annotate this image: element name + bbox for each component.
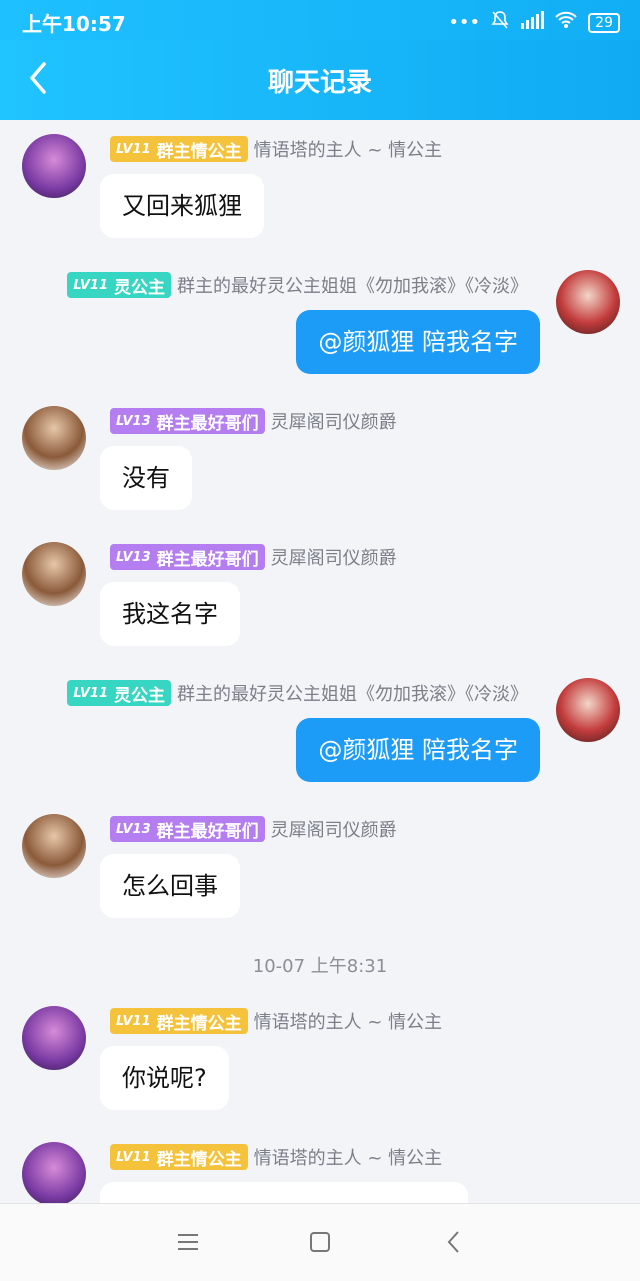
sender-name: 灵犀阁司仪颜爵 <box>270 412 397 433</box>
sender-meta: LV11 灵公主 群主的最好灵公主姐姐《勿加我滚》《冷淡》 <box>67 272 528 298</box>
avatar[interactable] <box>22 134 86 198</box>
more-dots-icon: ••• <box>448 12 481 33</box>
header: 聊天记录 <box>0 40 640 120</box>
status-bar: 上午10:57 ••• 29 <box>0 0 640 40</box>
level-badge: LV13 群主最好哥们 <box>110 408 265 434</box>
sender-name: 情语塔的主人 ~ 情公主 <box>253 140 443 161</box>
sender-meta: LV11 群主情公主 情语塔的主人 ~ 情公主 <box>110 1144 442 1170</box>
sender-meta: LV13 群主最好哥们 灵犀阁司仪颜爵 <box>110 816 397 842</box>
page-title: 聊天记录 <box>267 68 372 98</box>
avatar[interactable] <box>22 814 86 878</box>
sender-meta: LV11 群主情公主 情语塔的主人 ~ 情公主 <box>110 1008 442 1034</box>
message-bubble[interactable]: 我这名字 <box>100 582 240 646</box>
sender-name: 灵犀阁司仪颜爵 <box>270 548 397 569</box>
sender-name: 群主的最好灵公主姐姐《勿加我滚》《冷淡》 <box>177 684 528 705</box>
sender-name: 情语塔的主人 ~ 情公主 <box>253 1148 443 1169</box>
time-divider: 10-07 上午8:31 <box>252 956 388 977</box>
sender-name: 情语塔的主人 ~ 情公主 <box>253 1012 443 1033</box>
sender-meta: LV13 群主最好哥们 灵犀阁司仪颜爵 <box>110 408 397 434</box>
avatar[interactable] <box>22 542 86 606</box>
system-nav-bar <box>0 1203 640 1281</box>
message-bubble[interactable]: @颜狐狸 陪我名字 <box>296 718 540 782</box>
status-time: 上午10:57 <box>22 12 126 36</box>
level-badge: LV11 群主情公主 <box>110 1144 248 1170</box>
signal-icon <box>520 11 545 34</box>
chat-list[interactable]: LV11 群主情公主 情语塔的主人 ~ 情公主 又回来狐狸 LV11 灵公主 群主的… <box>0 120 640 1203</box>
level-badge: LV13 群主最好哥们 <box>110 816 265 842</box>
avatar[interactable] <box>22 1142 86 1203</box>
avatar[interactable] <box>22 406 86 470</box>
message-bubble[interactable] <box>100 1182 468 1203</box>
level-badge: LV11 群主情公主 <box>110 1008 248 1034</box>
level-badge: LV13 群主最好哥们 <box>110 544 265 570</box>
wifi-icon <box>554 11 578 34</box>
avatar[interactable] <box>556 678 620 742</box>
message-bubble[interactable]: 没有 <box>100 446 192 510</box>
bell-muted-icon <box>490 10 510 35</box>
battery-icon: 29 <box>588 12 620 33</box>
sender-name: 灵犀阁司仪颜爵 <box>270 820 397 841</box>
sender-name: 群主的最好灵公主姐姐《勿加我滚》《冷淡》 <box>177 276 528 297</box>
back-nav-icon[interactable] <box>434 1222 474 1262</box>
avatar[interactable] <box>556 270 620 334</box>
sender-meta: LV11 群主情公主 情语塔的主人 ~ 情公主 <box>110 136 442 162</box>
level-badge: LV11 灵公主 <box>67 680 171 706</box>
avatar[interactable] <box>22 1006 86 1070</box>
sender-meta: LV13 群主最好哥们 灵犀阁司仪颜爵 <box>110 544 397 570</box>
status-icons: ••• 29 <box>448 10 620 35</box>
message-bubble[interactable]: 怎么回事 <box>100 854 240 918</box>
message-bubble[interactable]: 又回来狐狸 <box>100 174 264 238</box>
home-icon[interactable] <box>300 1222 340 1262</box>
menu-icon[interactable] <box>168 1222 208 1262</box>
level-badge: LV11 群主情公主 <box>110 136 248 162</box>
message-bubble[interactable]: @颜狐狸 陪我名字 <box>296 310 540 374</box>
sender-meta: LV11 灵公主 群主的最好灵公主姐姐《勿加我滚》《冷淡》 <box>67 680 528 706</box>
message-bubble[interactable]: 你说呢? <box>100 1046 229 1110</box>
level-badge: LV11 灵公主 <box>67 272 171 298</box>
